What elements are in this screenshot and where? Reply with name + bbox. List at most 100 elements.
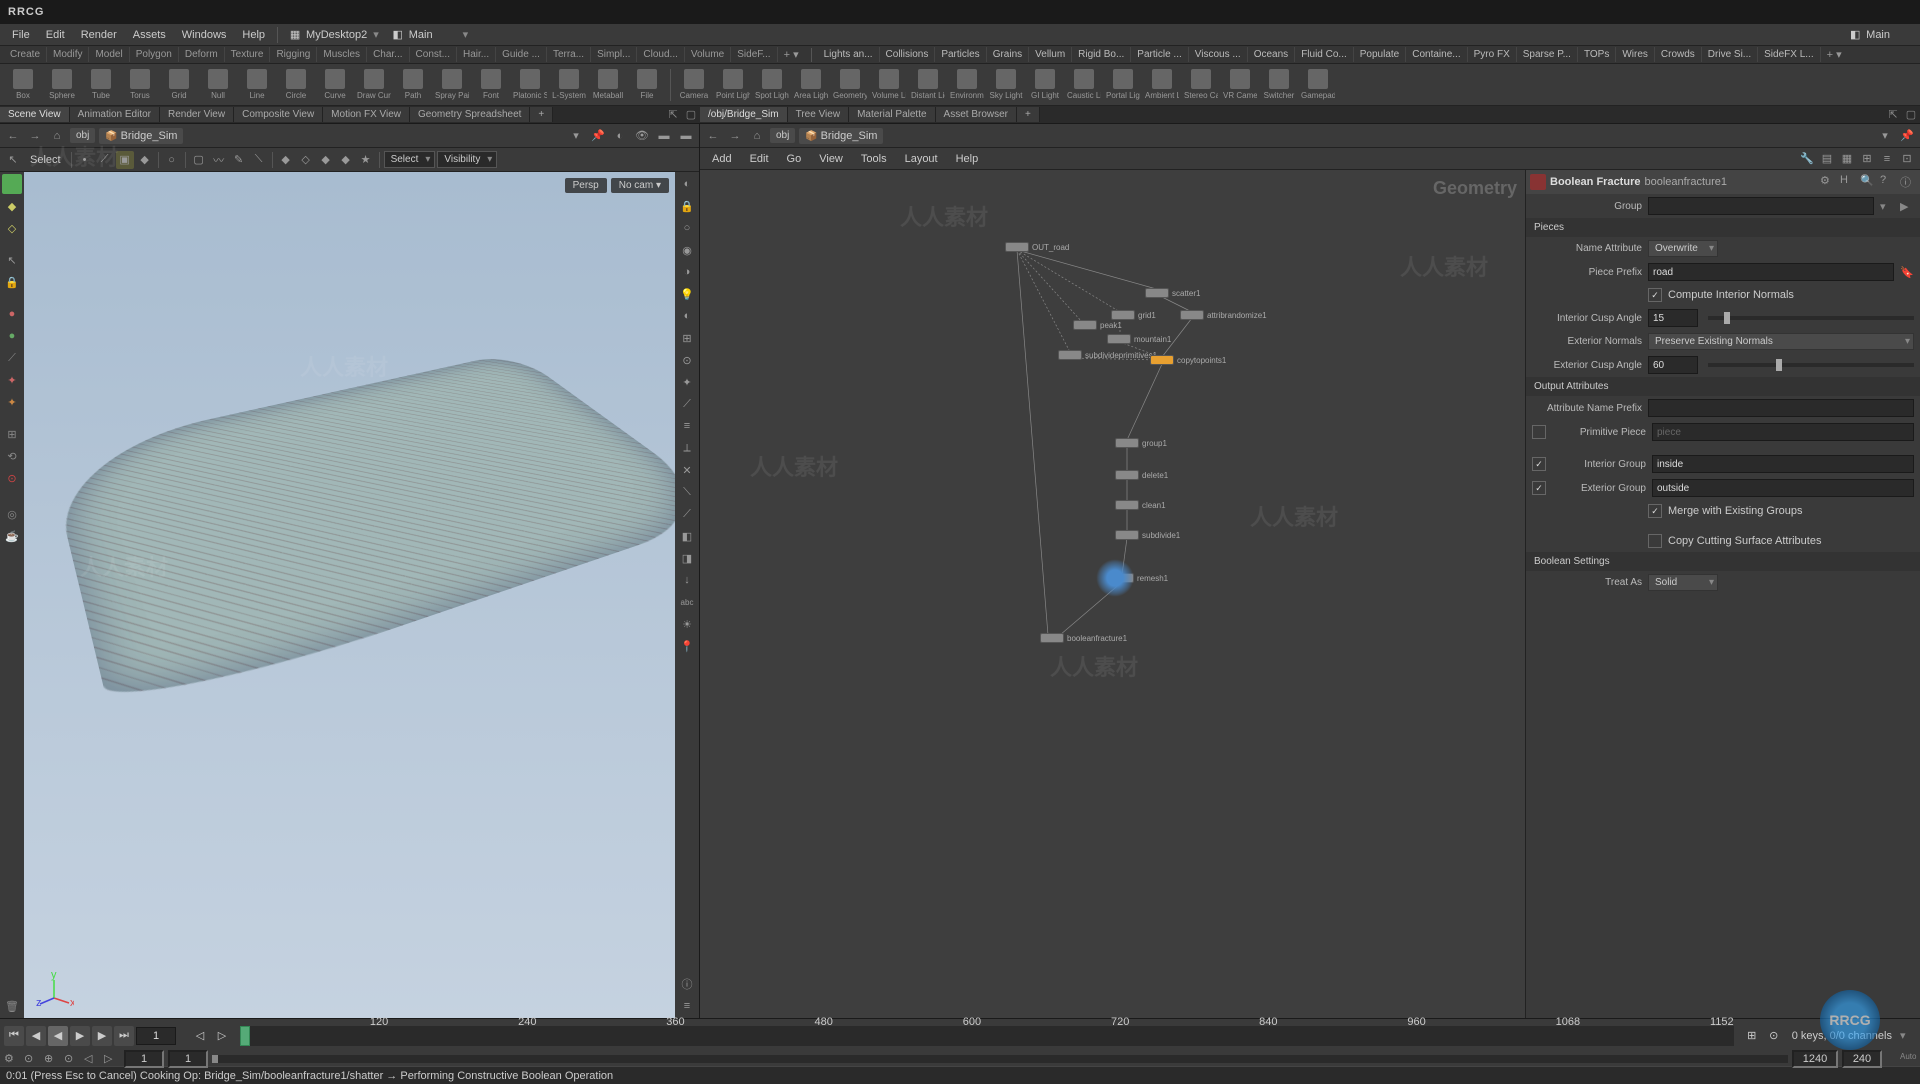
menu-assets[interactable]: Assets [125,26,174,44]
net-help[interactable]: Help [948,150,987,168]
pane-tab[interactable]: /obj/Bridge_Sim [700,107,788,122]
d20-icon[interactable]: 📍 [677,636,697,656]
d19-icon[interactable]: ☀ [677,614,697,634]
shelf-tab[interactable]: Rigid Bo... [1072,47,1131,62]
network-node[interactable]: clean1 [1115,500,1166,510]
shelf-tab[interactable]: Fluid Co... [1295,47,1354,62]
menu-help[interactable]: Help [234,26,273,44]
shelf-tab[interactable]: Particle ... [1131,47,1188,62]
prim-piece-check[interactable] [1532,425,1546,439]
shelf-tool[interactable]: Stereo Camera [1182,67,1220,102]
home-icon[interactable]: ⌂ [748,127,766,145]
pane-tab[interactable]: Scene View [0,107,70,122]
pane-float-icon[interactable]: ⇱ [1885,107,1901,123]
ext-cusp-input[interactable] [1648,356,1698,374]
shelf-tab[interactable]: Containe... [1406,47,1467,62]
d6-icon[interactable]: ⊞ [677,328,697,348]
lock-icon[interactable]: 🔒 [2,272,22,292]
path-obj[interactable]: obj [770,128,795,143]
shelf-tool[interactable]: Area Light [792,67,830,102]
d9-icon[interactable]: ⟋ [677,394,697,414]
view-tool-icon[interactable] [2,174,22,194]
net-layout[interactable]: Layout [897,150,946,168]
playhead[interactable] [240,1026,250,1046]
name-attr-select[interactable]: Overwrite [1648,240,1718,257]
list-icon[interactable]: ▤ [1818,150,1836,168]
pane-tab[interactable]: Tree View [788,107,849,122]
shelf-tool[interactable]: Spray Paint [433,67,471,102]
network-node[interactable]: grid1 [1111,310,1156,320]
shelf-tab[interactable]: Lights an... [818,47,880,62]
shelf-tool[interactable]: Circle [277,67,315,102]
shelf-tab[interactable]: Const... [410,47,457,62]
laser-icon[interactable]: ⟍ [250,151,268,169]
compute-normals-check[interactable]: ✓ [1648,288,1662,302]
prim-piece-input[interactable] [1652,423,1914,441]
pin-icon[interactable]: ▾ [1876,127,1894,145]
d16-icon[interactable]: ◨ [677,548,697,568]
viewport-3d[interactable]: Persp No cam ▾ x y z [24,172,675,1018]
loop-icon[interactable]: ⊙ [1764,1026,1784,1046]
network-node[interactable]: attribrandomize1 [1180,310,1267,320]
t1-icon[interactable]: ◆ [277,151,295,169]
shelf-tool[interactable]: Spot Light [753,67,791,102]
cursor-icon[interactable]: ↖ [4,151,22,169]
edge-mode-icon[interactable]: ⟋ [96,151,114,169]
end-b-input[interactable] [1842,1050,1882,1068]
path-obj[interactable]: obj [70,128,95,143]
network-node[interactable]: scatter1 [1145,288,1200,298]
vertex-mode-icon[interactable]: ◆ [136,151,154,169]
shelf-tool[interactable]: File [628,67,666,102]
shelf-tab[interactable]: Polygon [130,47,179,62]
play-back-button[interactable]: ◀ [48,1026,68,1046]
pane-add-tab[interactable]: + [530,107,553,122]
h-icon[interactable]: H [1840,174,1856,190]
layout-selector[interactable]: ◧ Main ▾ [385,28,474,42]
shelf-tool[interactable]: Line [238,67,276,102]
first-frame-button[interactable]: ⏮ [4,1026,24,1046]
shelf-tab[interactable]: Texture [225,47,271,62]
panel2-icon[interactable]: ▬ [677,127,695,145]
camera-dropdown[interactable]: No cam ▾ [611,178,669,193]
shelf-tab[interactable]: TOPs [1578,47,1616,62]
pin-icon[interactable]: ▾ [567,127,585,145]
shelf-tool[interactable]: Box [4,67,42,102]
network-node[interactable]: mountain1 [1107,334,1171,344]
net-tools[interactable]: Tools [853,150,895,168]
back-icon[interactable]: ← [704,127,722,145]
ext-group-check[interactable]: ✓ [1532,481,1546,495]
menu-edit[interactable]: Edit [38,26,73,44]
home-icon[interactable]: ⌂ [48,127,66,145]
shelf-tab[interactable]: Create [4,47,47,62]
t3-icon[interactable]: ◆ [317,151,335,169]
play-button[interactable]: ▶ [70,1026,90,1046]
shelf-tool[interactable]: Tube [82,67,120,102]
bone-tool-icon[interactable]: ⟋ [2,348,22,368]
network-node[interactable]: subdivideprimitives1 [1058,350,1157,360]
shelf-tool[interactable]: Caustic Light [1065,67,1103,102]
d12-icon[interactable]: ✕ [677,460,697,480]
network-node[interactable]: booleanfracture1 [1040,633,1127,643]
shelf-tab[interactable]: Wires [1616,47,1655,62]
d10-icon[interactable]: ≡ [677,416,697,436]
path-node[interactable]: 📦 Bridge_Sim [799,128,883,144]
shelf-tab[interactable]: Collisions [880,47,936,62]
lasso-icon[interactable]: 〰 [210,151,228,169]
ghost-icon[interactable]: ◐ [611,127,629,145]
shelf-tab[interactable]: Oceans [1248,47,1295,62]
group-input[interactable] [1648,197,1874,215]
point-mode-icon[interactable]: • [76,151,94,169]
shelf-tab[interactable]: Char... [367,47,409,62]
help-icon[interactable]: ⓘ [677,974,697,994]
shelf-tool[interactable]: Point Light [714,67,752,102]
shelf-tab[interactable]: Deform [179,47,225,62]
chan-icon[interactable]: ▾ [1900,1029,1916,1042]
shelf-tab[interactable]: Hair... [457,47,496,62]
key-next-button[interactable]: ▷ [212,1026,232,1046]
shelf-tab[interactable]: SideF... [731,47,777,62]
snap2-icon[interactable]: ⟲ [2,446,22,466]
opts-icon[interactable]: ≡ [677,996,697,1016]
network-node[interactable]: group1 [1115,438,1167,448]
shelf-tab[interactable]: Model [89,47,129,62]
d18-icon[interactable]: abc [677,592,697,612]
